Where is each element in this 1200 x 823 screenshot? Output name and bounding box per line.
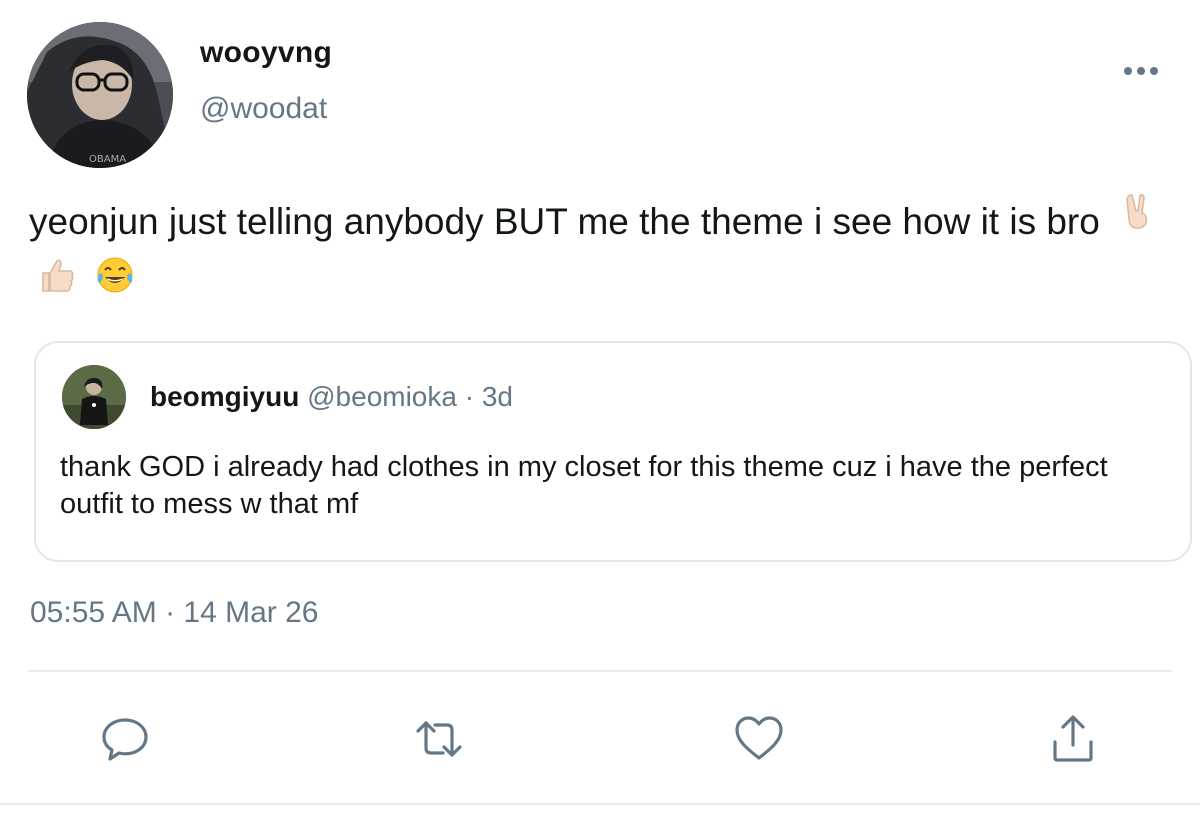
share-button[interactable] [1046,712,1100,766]
reply-icon [102,718,148,761]
tweet-timestamp[interactable]: 05:55 AM · 14 Mar 26 [30,596,319,630]
reply-button[interactable] [98,712,152,766]
tears-of-joy-emoji [95,251,135,315]
share-icon [1053,715,1093,762]
bottom-divider [0,803,1200,805]
more-options-button[interactable] [1118,56,1164,86]
quoted-handle-time: @beomioka · 3d [307,381,513,412]
quoted-author-avatar[interactable] [62,365,126,429]
like-button[interactable] [732,712,786,766]
more-dots-icon [1124,67,1158,75]
author-handle[interactable]: @woodat [200,92,327,126]
quoted-tweet-text: thank GOD i already had clothes in my cl… [60,451,1108,520]
quoted-display-name[interactable]: beomgiyuu [150,381,299,412]
tweet-text: yeonjun just telling anybody BUT me the … [29,190,1189,318]
tweet-text-content: yeonjun just telling anybody BUT me the … [29,201,1100,242]
author-avatar[interactable]: OBAMA [27,22,173,168]
author-display-name[interactable]: wooyvng [200,36,332,70]
retweet-icon [416,721,462,757]
victory-hand-emoji [1118,187,1158,251]
retweet-button[interactable] [412,712,466,766]
thumbs-up-emoji [37,251,77,315]
svg-text:OBAMA: OBAMA [89,154,126,165]
quoted-tweet-card[interactable]: beomgiyuu @beomioka · 3d thank GOD i alr… [34,341,1192,562]
quoted-tweet-header: beomgiyuu @beomioka · 3d [150,381,513,413]
divider [28,670,1172,672]
like-icon [735,716,783,760]
